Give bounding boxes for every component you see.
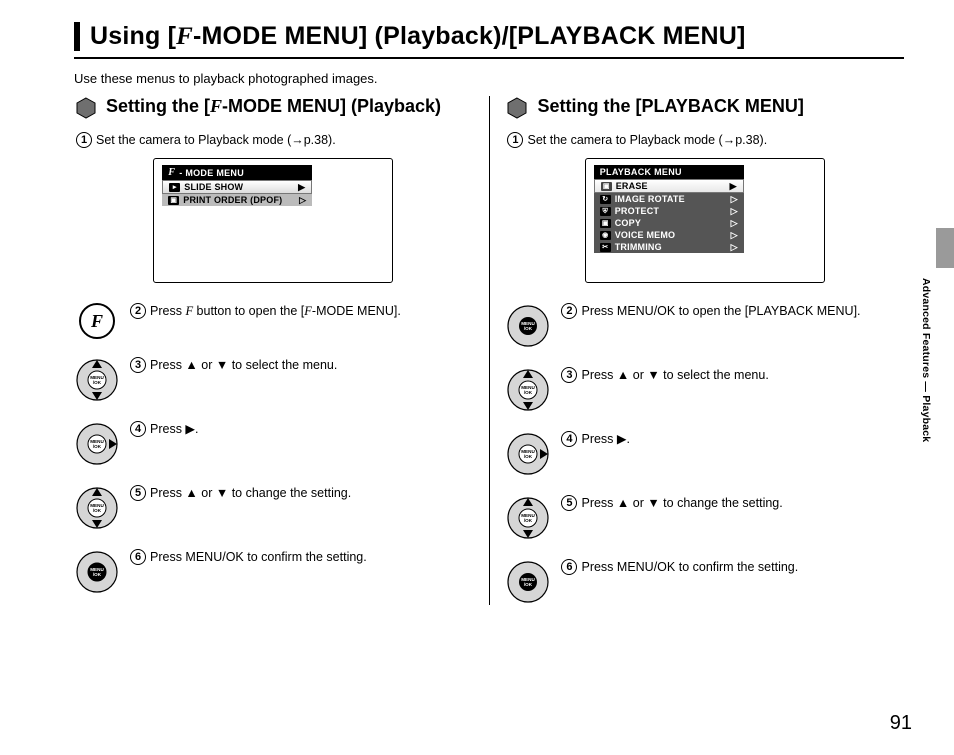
chevron-right-icon: ▶: [298, 182, 305, 193]
page-number: 91: [890, 712, 912, 735]
svg-text:/OK: /OK: [93, 380, 102, 385]
step-1-text: Set the camera to Playback mode (→p.38).: [96, 133, 336, 147]
left-step-2: F 2 Press F button to open the [F-MODE M…: [74, 303, 473, 339]
left-step-5: MENU /OK 5 Press ▲ or ▼ to change the se…: [74, 485, 473, 531]
step-number: 4: [561, 431, 577, 447]
dial-ok-icon: MENU /OK: [505, 303, 551, 349]
step-number: 3: [130, 357, 146, 373]
title-bar: Using [F-MODE MENU] (Playback)/[PLAYBACK…: [74, 22, 904, 51]
left-step-1: 1 Set the camera to Playback mode (→p.38…: [76, 132, 473, 148]
step-1-text: Set the camera to Playback mode (→p.38).: [527, 133, 767, 147]
lcd-row-copy: ▣ COPY ▷: [594, 217, 744, 229]
lcd-row-voice: ◉ VOICE MEMO ▷: [594, 229, 744, 241]
title-text-b: -MODE MENU] (Playback)/[PLAYBACK MENU]: [193, 22, 746, 50]
right-step-3: MENU /OK 3 Press ▲ or ▼ to select the me…: [505, 367, 904, 413]
dial-ok-icon: MENU /OK: [74, 549, 120, 595]
lcd-menu-row-slideshow: ▸ SLIDE SHOW ▶: [162, 180, 312, 194]
left-column: Setting the [F-MODE MENU] (Playback) 1 S…: [74, 96, 473, 605]
intro-text: Use these menus to playback photographed…: [74, 71, 904, 86]
left-steps: F 2 Press F button to open the [F-MODE M…: [74, 303, 473, 595]
title-text-a: Using [: [90, 22, 176, 50]
step-number: 3: [561, 367, 577, 383]
copy-icon: ▣: [600, 219, 611, 228]
step-number: 2: [561, 303, 577, 319]
svg-text:/OK: /OK: [93, 508, 102, 513]
dial-up-down-icon: MENU /OK: [505, 367, 551, 413]
right-column: Setting the [PLAYBACK MENU] 1 Set the ca…: [505, 96, 904, 605]
left-step-6: MENU /OK 6 Press MENU/OK to confirm the …: [74, 549, 473, 595]
chevron-right-icon: ▷: [731, 230, 738, 241]
step-number: 5: [130, 485, 146, 501]
left-section-heading: Setting the [F-MODE MENU] (Playback): [74, 96, 473, 120]
step-number: 6: [130, 549, 146, 565]
column-divider: [489, 96, 490, 605]
chevron-right-icon: ▷: [299, 195, 306, 206]
left-step-3: MENU /OK 3 Press ▲ or ▼ to select the me…: [74, 357, 473, 403]
hexagon-bullet-icon: [505, 96, 529, 120]
dial-right-icon: MENU /OK: [74, 421, 120, 467]
right-step-1: 1 Set the camera to Playback mode (→p.38…: [507, 132, 904, 148]
svg-text:/OK: /OK: [93, 444, 102, 449]
chevron-right-icon: ▷: [731, 218, 738, 229]
lcd-row-rotate: ↻ IMAGE ROTATE ▷: [594, 193, 744, 205]
lcd-row-erase: ▣ ERASE ▶: [594, 179, 744, 193]
left-step-4: MENU /OK 4 Press ▶.: [74, 421, 473, 467]
dial-up-down-icon: MENU /OK: [74, 357, 120, 403]
title-f-glyph: F: [176, 23, 193, 50]
rotate-icon: ↻: [600, 195, 611, 204]
chevron-right-icon: ▷: [731, 194, 738, 205]
right-step-4: MENU /OK 4 Press ▶.: [505, 431, 904, 477]
f-button-icon: F: [79, 303, 115, 339]
step-number-1: 1: [507, 132, 523, 148]
chevron-right-icon: ▷: [731, 206, 738, 217]
step-number: 6: [561, 559, 577, 575]
erase-icon: ▣: [601, 182, 612, 191]
svg-text:/OK: /OK: [524, 390, 533, 395]
lcd-menu-row-dpof: ▣ PRINT ORDER (DPOF) ▷: [162, 194, 312, 206]
left-heading-text: Setting the [F-MODE MENU] (Playback): [106, 96, 441, 118]
step-number: 4: [130, 421, 146, 437]
right-step-2: MENU /OK 2 Press MENU/OK to open the [PL…: [505, 303, 904, 349]
svg-text:/OK: /OK: [524, 454, 533, 459]
page-title: Using [F-MODE MENU] (Playback)/[PLAYBACK…: [90, 22, 904, 51]
dial-right-icon: MENU /OK: [505, 431, 551, 477]
protect-icon: ⛨: [600, 207, 611, 216]
chevron-right-icon: ▶: [730, 181, 737, 192]
dial-up-down-icon: MENU /OK: [74, 485, 120, 531]
print-icon: ▣: [168, 196, 179, 205]
lcd-row-protect: ⛨ PROTECT ▷: [594, 205, 744, 217]
trim-icon: ✂: [600, 243, 611, 252]
lcd-row-trim: ✂ TRIMMING ▷: [594, 241, 744, 253]
right-steps: MENU /OK 2 Press MENU/OK to open the [PL…: [505, 303, 904, 605]
dial-ok-icon: MENU /OK: [505, 559, 551, 605]
step-number-1: 1: [76, 132, 92, 148]
lcd-menu-header: PLAYBACK MENU: [594, 165, 744, 179]
hexagon-bullet-icon: [74, 96, 98, 120]
step-number: 2: [130, 303, 146, 319]
svg-text:/OK: /OK: [524, 326, 533, 331]
f-mode-menu-lcd: F- MODE MENU ▸ SLIDE SHOW ▶ ▣ PRINT ORDE…: [153, 158, 393, 283]
voice-icon: ◉: [600, 231, 611, 240]
playback-menu-lcd: PLAYBACK MENU ▣ ERASE ▶ ↻ IMAGE ROTATE ▷…: [585, 158, 825, 283]
svg-text:/OK: /OK: [524, 518, 533, 523]
right-section-heading: Setting the [PLAYBACK MENU]: [505, 96, 904, 120]
manual-page: Using [F-MODE MENU] (Playback)/[PLAYBACK…: [0, 0, 954, 755]
side-tab-marker: [936, 228, 954, 268]
slideshow-icon: ▸: [169, 183, 180, 192]
right-step-6: MENU /OK 6 Press MENU/OK to confirm the …: [505, 559, 904, 605]
dial-up-down-icon: MENU /OK: [505, 495, 551, 541]
svg-text:/OK: /OK: [93, 572, 102, 577]
two-column-layout: Setting the [F-MODE MENU] (Playback) 1 S…: [74, 96, 904, 605]
side-section-label: Advanced Features — Playback: [920, 278, 932, 442]
right-step-5: MENU /OK 5 Press ▲ or ▼ to change the se…: [505, 495, 904, 541]
step-number: 5: [561, 495, 577, 511]
chevron-right-icon: ▷: [731, 242, 738, 253]
title-underline: [74, 57, 904, 59]
right-heading-text: Setting the [PLAYBACK MENU]: [537, 96, 803, 118]
svg-text:/OK: /OK: [524, 582, 533, 587]
lcd-menu-header: F- MODE MENU: [162, 165, 312, 180]
